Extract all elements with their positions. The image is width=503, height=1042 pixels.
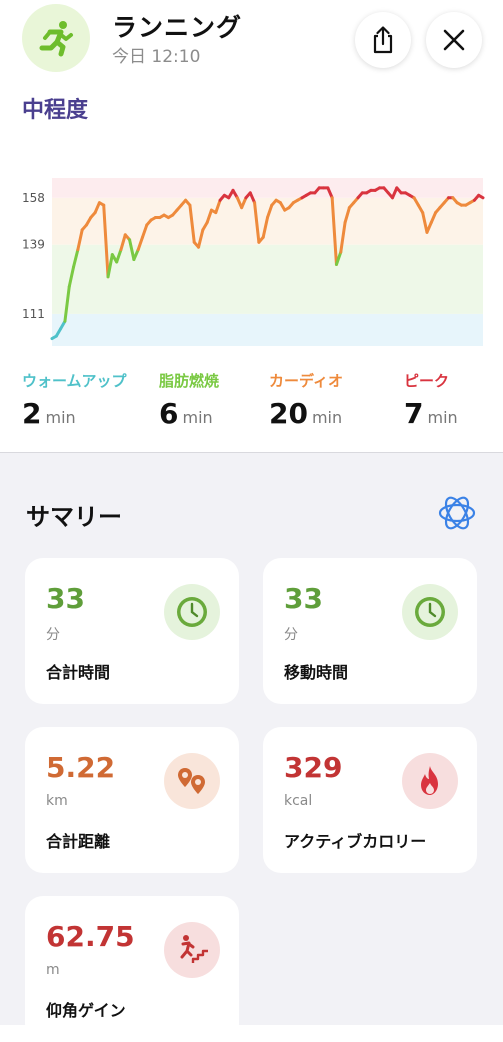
card-unit: 分 — [46, 627, 60, 643]
zone-minutes: 7 — [404, 397, 424, 430]
zone-warmup: ウォームアップ 2 min — [22, 370, 127, 430]
zone-unit: min — [182, 408, 213, 427]
atom-icon — [438, 496, 476, 530]
heart-rate-chart: 158 139 111 — [22, 178, 485, 346]
zone-minutes: 6 — [159, 397, 179, 430]
zone-name: ウォームアップ — [22, 372, 127, 390]
card-value: 33 — [284, 582, 323, 615]
flame-icon — [421, 766, 438, 795]
running-person-icon — [39, 21, 73, 57]
y-tick-label: 139 — [22, 238, 45, 252]
zone-minutes: 20 — [269, 397, 308, 430]
zone-peak: ピーク 7 min — [404, 370, 458, 430]
zone-name: ピーク — [404, 372, 450, 390]
zone-summary: ウォームアップ 2 min 脂肪燃焼 6 min カーディオ 20 min ピーク 7… — [0, 370, 503, 430]
header: ランニング 今日 12:10 — [0, 0, 503, 90]
ai-insights-button[interactable] — [437, 493, 477, 533]
zone-band-warmup — [52, 313, 483, 346]
stairs-climb-icon — [180, 935, 208, 963]
summary-card-moving-time[interactable]: 33 分 移動時間 — [263, 558, 477, 704]
card-badge — [164, 753, 220, 809]
card-label: 合計時間 — [46, 663, 111, 682]
location-pins-icon — [178, 768, 205, 794]
card-label: 移動時間 — [284, 663, 349, 682]
zone-name: カーディオ — [269, 372, 343, 390]
card-badge — [164, 584, 220, 640]
card-value: 62.75 — [46, 920, 135, 953]
card-value: 329 — [284, 751, 343, 784]
card-label: 仰角ゲイン — [46, 1001, 126, 1020]
close-icon — [443, 29, 465, 51]
zone-unit: min — [427, 408, 458, 427]
y-tick-label: 111 — [22, 307, 45, 321]
summary-title: サマリー — [26, 503, 122, 531]
y-tick-label: 158 — [22, 191, 45, 205]
zone-name: 脂肪燃焼 — [159, 372, 220, 390]
summary-card-elevation-gain[interactable]: 62.75 m 仰角ゲイン — [25, 896, 239, 1042]
card-label: アクティブカロリー — [284, 832, 427, 851]
card-unit: km — [46, 793, 68, 809]
summary-card-active-calories[interactable]: 329 kcal アクティブカロリー — [263, 727, 477, 873]
zone-band-fatburn — [52, 244, 483, 314]
zone-minutes: 2 — [22, 397, 42, 430]
card-badge — [402, 584, 458, 640]
summary-card-total-time[interactable]: 33 分 合計時間 — [25, 558, 239, 704]
card-badge — [164, 922, 220, 978]
card-unit: m — [46, 962, 60, 978]
zone-unit: min — [45, 408, 76, 427]
card-unit: 分 — [284, 627, 298, 643]
zone-band-peak — [52, 178, 483, 198]
workout-time: 今日 12:10 — [112, 47, 201, 67]
card-label: 合計距離 — [46, 832, 111, 851]
close-button[interactable] — [426, 12, 482, 68]
zone-unit: min — [311, 408, 343, 427]
page-title: ランニング — [112, 13, 243, 42]
clock-icon — [415, 597, 445, 627]
share-icon — [373, 26, 393, 54]
share-button[interactable] — [355, 12, 411, 68]
clock-icon — [177, 597, 207, 627]
intensity-label: 中程度 — [22, 98, 89, 123]
zone-cardio: カーディオ 20 min — [269, 370, 343, 430]
zone-fatburn: 脂肪燃焼 6 min — [159, 370, 219, 430]
card-badge — [402, 753, 458, 809]
summary-section: サマリー 33 分 合計時間 33 分 移動時間 5.22 km 合計距離 32… — [0, 452, 503, 1042]
card-unit: kcal — [284, 793, 313, 809]
summary-card-distance[interactable]: 5.22 km 合計距離 — [25, 727, 239, 873]
activity-badge — [22, 4, 90, 72]
card-value: 5.22 — [46, 751, 116, 784]
card-value: 33 — [46, 582, 85, 615]
